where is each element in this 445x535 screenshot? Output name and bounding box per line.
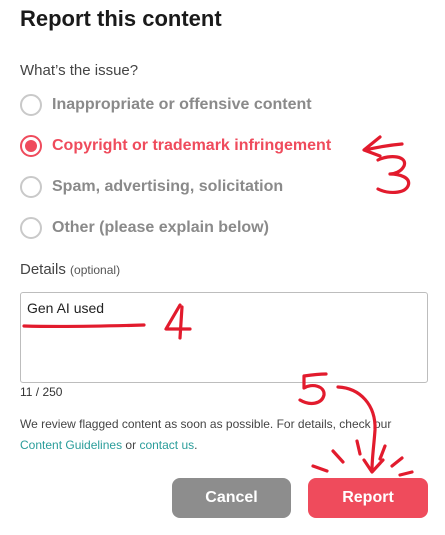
option-other[interactable]: Other (please explain below): [20, 215, 269, 241]
annotation-3-arrow: [362, 135, 404, 158]
radio-button[interactable]: [20, 176, 42, 198]
option-label: Inappropriate or offensive content: [52, 96, 312, 113]
notice-text: We review flagged content as soon as pos…: [20, 417, 392, 431]
details-textarea[interactable]: Gen AI used: [20, 292, 428, 383]
notice-or: or: [125, 438, 137, 452]
notice-end: .: [194, 438, 198, 452]
option-label: Other (please explain below): [52, 219, 269, 236]
annotation-3-label: 3: [376, 155, 411, 194]
cancel-button[interactable]: Cancel: [172, 478, 291, 518]
dialog-title: Report this content: [20, 6, 222, 31]
radio-button[interactable]: [20, 94, 42, 116]
option-label: Copyright or trademark infringement: [52, 137, 332, 154]
option-spam[interactable]: Spam, advertising, solicitation: [20, 174, 283, 200]
review-notice: We review flagged content as soon as pos…: [20, 414, 420, 456]
details-label: Details (optional): [20, 261, 120, 278]
radio-button[interactable]: [20, 217, 42, 239]
details-optional-text: (optional): [70, 263, 121, 277]
details-label-text: Details: [20, 261, 66, 278]
option-label: Spam, advertising, solicitation: [52, 178, 284, 195]
content-guidelines-link[interactable]: Content Guidelines: [20, 438, 122, 452]
radio-button-checked[interactable]: [20, 135, 42, 157]
contact-us-link[interactable]: contact us: [139, 438, 194, 452]
option-copyright[interactable]: Copyright or trademark infringement: [20, 133, 331, 159]
option-inappropriate[interactable]: Inappropriate or offensive content: [20, 92, 312, 118]
issue-question: What’s the issue?: [20, 62, 139, 79]
report-button[interactable]: Report: [308, 478, 428, 518]
character-counter: 11 / 250: [20, 385, 63, 399]
